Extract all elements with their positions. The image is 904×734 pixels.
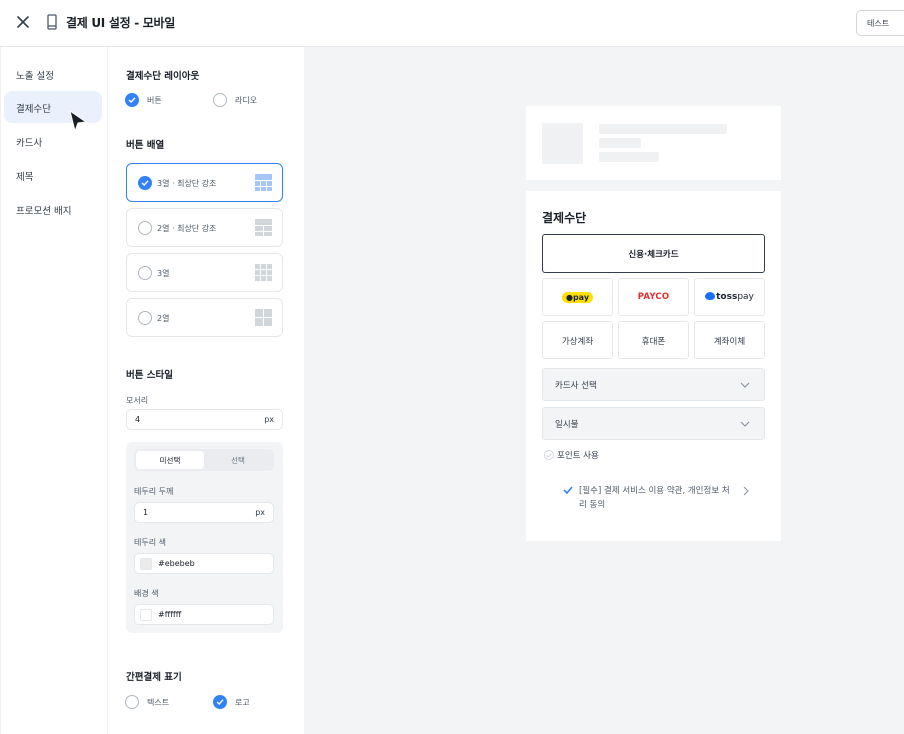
tosspay-logo: tosspay xyxy=(705,292,754,302)
check-icon xyxy=(563,486,573,494)
arrangement-option-label: 2열 · 최상단 강조 xyxy=(157,224,217,233)
unit-label: px xyxy=(255,508,265,517)
layout-option-label: 라디오 xyxy=(235,95,258,105)
sidebar-item-promotion-badge[interactable]: 프로모션 배지 xyxy=(4,193,102,225)
arrangement-option-2col-top[interactable]: 2열 · 최상단 강조 xyxy=(126,208,283,247)
tosspay-button[interactable]: tosspay xyxy=(694,278,765,316)
arrangement-option-3col-top[interactable]: 3열 · 최상단 강조 xyxy=(126,163,283,202)
payco-button[interactable]: PAYCO xyxy=(618,278,689,316)
top-bar: 결제 UI 설정 - 모바일 테스트 xyxy=(0,0,904,47)
test-button[interactable]: 테스트 xyxy=(856,10,904,36)
style-section-title: 버튼 스타일 xyxy=(126,370,174,381)
border-color-label: 테두리 색 xyxy=(134,538,166,547)
grid-3col-top-icon xyxy=(255,174,272,191)
toss-icon xyxy=(705,292,716,300)
terms-agreement-text: [필수] 결제 서비스 이용 약관, 개인정보 처리 동의 xyxy=(579,486,730,510)
payco-logo: PAYCO xyxy=(637,292,670,302)
radio-unchecked-icon xyxy=(138,221,152,235)
corner-label: 모서리 xyxy=(126,396,149,405)
radio-checked-icon xyxy=(138,176,152,190)
npay-logo: ●pay xyxy=(561,292,594,303)
corner-input[interactable]: 4 px xyxy=(126,409,283,430)
layout-option-radio[interactable]: 라디오 xyxy=(213,93,257,107)
bg-color-label: 배경 색 xyxy=(134,589,159,598)
check-circle-icon xyxy=(544,450,554,460)
radio-checked-icon xyxy=(213,695,227,709)
sidebar: 노출 설정 결제수단 카드사 제목 프로모션 배지 xyxy=(0,47,108,734)
border-width-input[interactable]: 1 px xyxy=(134,502,274,523)
chevron-down-icon xyxy=(740,421,750,427)
text-placeholder xyxy=(599,138,641,148)
thumbnail-placeholder xyxy=(542,123,583,164)
arrangement-option-2col[interactable]: 2열 xyxy=(126,298,283,337)
layout-section-title: 결제수단 레이아웃 xyxy=(126,71,200,82)
card-company-select-label: 카드사 선택 xyxy=(555,381,597,391)
radio-checked-icon xyxy=(125,93,139,107)
radio-unchecked-icon xyxy=(138,311,152,325)
easy-pay-option-text[interactable]: 텍스트 xyxy=(125,695,169,709)
point-use-checkbox[interactable]: 포인트 사용 xyxy=(544,449,599,461)
text-placeholder xyxy=(599,124,727,134)
chevron-right-icon xyxy=(743,486,749,496)
bank-transfer-button[interactable]: 계좌이체 xyxy=(694,321,765,359)
text-placeholder xyxy=(599,152,659,162)
arrangement-option-3col[interactable]: 3열 xyxy=(126,253,283,292)
layout-option-button[interactable]: 버튼 xyxy=(125,93,162,107)
mobile-phone-button[interactable]: 휴대폰 xyxy=(618,321,689,359)
border-width-value: 1 xyxy=(143,508,149,517)
product-summary-placeholder xyxy=(526,106,781,180)
mobile-icon xyxy=(47,14,57,30)
preview-title: 결제수단 xyxy=(542,211,587,225)
grid-2col-top-icon xyxy=(255,219,272,236)
border-color-input[interactable]: #ebebeb xyxy=(134,553,274,574)
npay-logo-text: pay xyxy=(572,293,590,302)
easy-pay-option-label: 로고 xyxy=(235,697,250,707)
corner-value: 4 xyxy=(135,415,141,424)
bg-color-input[interactable]: #ffffff xyxy=(134,604,274,625)
easy-pay-section-title: 간편결제 표기 xyxy=(126,672,182,683)
border-width-label: 테두리 두께 xyxy=(134,487,174,496)
radio-unchecked-icon xyxy=(213,93,227,107)
easy-pay-option-label: 텍스트 xyxy=(147,697,170,707)
radio-unchecked-icon xyxy=(138,266,152,280)
button-style-subpanel: 미선택 선택 테두리 두께 1 px 테두리 색 #ebebeb 배경 색 #f… xyxy=(126,442,283,633)
grid-3col-icon xyxy=(255,264,272,281)
card-company-select[interactable]: 카드사 선택 xyxy=(542,368,765,401)
credit-card-button[interactable]: 신용·체크카드 xyxy=(542,234,765,273)
arrangement-option-label: 3열 · 최상단 강조 xyxy=(157,179,217,188)
easy-pay-option-logo[interactable]: 로고 xyxy=(213,695,250,709)
bg-color-value: #ffffff xyxy=(158,610,182,619)
state-toggle: 미선택 선택 xyxy=(134,449,274,471)
settings-panel: 결제수단 레이아웃 버튼 라디오 버튼 배열 3열 · 최상단 강조 2열 · … xyxy=(108,47,304,734)
point-use-label: 포인트 사용 xyxy=(557,451,599,461)
mouse-cursor-icon xyxy=(69,110,88,132)
tab-unselected[interactable]: 미선택 xyxy=(136,451,204,469)
arrangement-section-title: 버튼 배열 xyxy=(126,140,165,151)
tab-selected[interactable]: 선택 xyxy=(204,451,272,469)
chevron-down-icon xyxy=(740,382,750,388)
sidebar-item-exposure[interactable]: 노출 설정 xyxy=(4,58,102,90)
virtual-account-button[interactable]: 가상계좌 xyxy=(542,321,613,359)
toss-logo-pay: pay xyxy=(737,292,754,302)
npay-button[interactable]: ●pay xyxy=(542,278,613,316)
page-title: 결제 UI 설정 - 모바일 xyxy=(66,16,175,30)
color-swatch[interactable] xyxy=(140,609,152,621)
radio-unchecked-icon xyxy=(125,695,139,709)
border-color-value: #ebebeb xyxy=(158,559,195,568)
installment-select[interactable]: 일시불 xyxy=(542,407,765,440)
grid-2col-icon xyxy=(255,309,272,326)
arrangement-option-label: 2열 xyxy=(157,314,170,323)
layout-option-label: 버튼 xyxy=(147,95,162,105)
toss-logo-text: toss xyxy=(716,292,738,302)
color-swatch[interactable] xyxy=(140,558,152,570)
unit-label: px xyxy=(264,415,274,424)
arrangement-option-label: 3열 xyxy=(157,269,170,278)
close-icon[interactable] xyxy=(13,12,33,32)
installment-select-label: 일시불 xyxy=(555,420,579,430)
sidebar-item-title[interactable]: 제목 xyxy=(4,159,102,191)
